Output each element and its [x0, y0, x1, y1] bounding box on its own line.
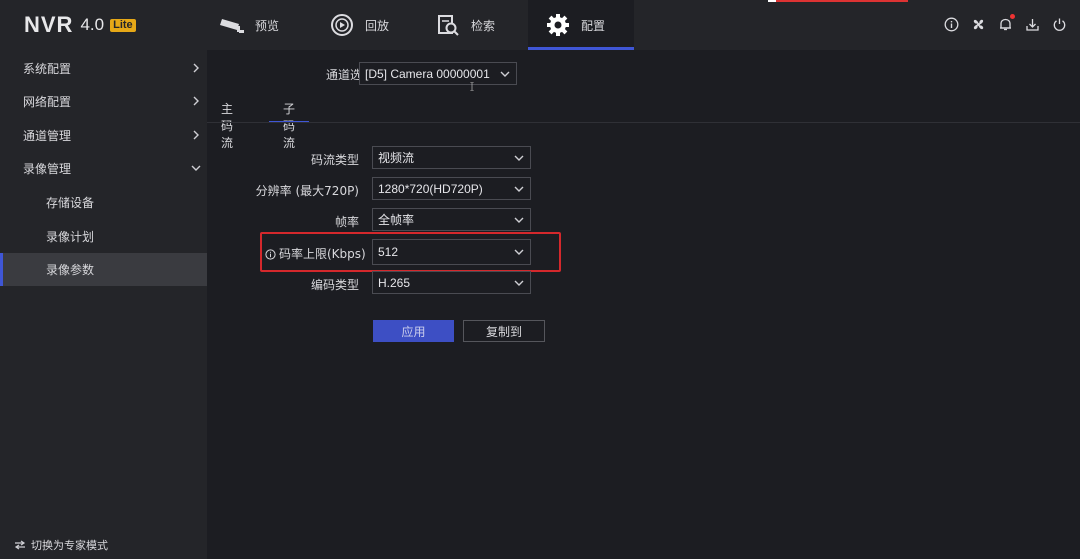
sidebar-item-label: 录像管理 — [23, 162, 72, 176]
chevron-down-icon — [513, 183, 525, 195]
chevron-down-icon — [513, 277, 525, 289]
toolbar-icons — [943, 14, 1068, 33]
chevron-down-icon — [513, 152, 525, 164]
text-cursor-icon — [470, 82, 474, 91]
tab-preview[interactable]: 预览 — [202, 0, 308, 50]
encoding-type-select[interactable]: H.265 — [372, 271, 531, 294]
power-icon[interactable] — [1051, 16, 1068, 33]
expert-mode-label: 切换为专家模式 — [31, 539, 108, 552]
tab-config[interactable]: 配置 — [528, 0, 634, 50]
max-bitrate-value: 512 — [378, 245, 399, 259]
max-bitrate-select[interactable]: 512 — [372, 239, 531, 265]
apply-button[interactable]: 应用 — [373, 320, 454, 342]
logo-version: 4.0 — [80, 15, 105, 34]
switch-arrows-icon — [14, 540, 26, 550]
sidebar-item-label: 网络配置 — [23, 95, 72, 109]
download-icon[interactable] — [1024, 16, 1041, 33]
search-file-icon — [434, 11, 462, 39]
frame-rate-value: 全帧率 — [378, 213, 415, 227]
encoding-type-label: 编码类型 — [310, 278, 359, 292]
channel-select[interactable]: [D5] Camera 00000001 — [359, 62, 517, 85]
logo-text: NVR — [24, 12, 74, 37]
top-bar: NVR 4.0 Lite 预览 回放 检索 配置 — [0, 0, 1080, 50]
sidebar-item-label: 通道管理 — [23, 129, 72, 143]
resolution-select[interactable]: 1280*720(HD720P) — [372, 177, 531, 200]
tab-search[interactable]: 检索 — [418, 0, 524, 50]
camera-icon — [218, 11, 246, 39]
tab-config-label: 配置 — [581, 18, 606, 33]
sidebar-item-label: 存储设备 — [46, 196, 95, 210]
resolution-value: 1280*720(HD720P) — [378, 181, 483, 196]
sidebar-item-storage-device[interactable]: 存储设备 — [0, 186, 207, 219]
sidebar-item-label: 系统配置 — [23, 62, 72, 76]
sidebar-item-label: 录像参数 — [46, 263, 95, 277]
sidebar-item-recording-schedule[interactable]: 录像计划 — [0, 220, 207, 253]
logo-edition-badge: Lite — [110, 19, 136, 32]
chevron-down-icon — [513, 246, 525, 258]
tab-main-stream[interactable]: 主码流 — [221, 100, 233, 150]
chevron-down-icon — [190, 162, 202, 174]
tab-playback[interactable]: 回放 — [312, 0, 418, 50]
tab-preview-label: 预览 — [255, 18, 280, 33]
chevron-right-icon — [190, 129, 202, 141]
notification-dot — [1010, 14, 1015, 19]
info-icon[interactable] — [943, 16, 960, 33]
max-bitrate-label-text: 码率上限(Kbps) — [279, 247, 366, 261]
sidebar-item-recording-parameters[interactable]: 录像参数 — [0, 253, 207, 286]
resolution-label: 分辨率 (最大720P) — [255, 184, 359, 198]
app-logo: NVR 4.0 Lite — [24, 12, 136, 38]
sidebar-item-channel-management[interactable]: 通道管理 — [0, 119, 207, 152]
main-panel: 通道选择 [D5] Camera 00000001 主码流 子码流 码流类型 视… — [207, 50, 1080, 559]
sidebar-item-network-config[interactable]: 网络配置 — [0, 85, 207, 118]
sidebar-item-system-config[interactable]: 系统配置 — [0, 52, 207, 85]
stream-type-label: 码流类型 — [310, 153, 359, 167]
window-indicator — [768, 0, 908, 2]
gear-icon — [544, 11, 572, 39]
frame-rate-select[interactable]: 全帧率 — [372, 208, 531, 231]
stream-type-value: 视频流 — [378, 151, 415, 165]
channel-select-value: [D5] Camera 00000001 — [365, 66, 490, 81]
chevron-down-icon — [513, 214, 525, 226]
tab-divider — [207, 122, 1080, 123]
sidebar-item-label: 录像计划 — [46, 230, 95, 244]
playback-icon — [328, 11, 356, 39]
chevron-right-icon — [190, 95, 202, 107]
tab-search-label: 检索 — [471, 18, 496, 33]
bell-icon[interactable] — [997, 14, 1015, 33]
tab-playback-label: 回放 — [365, 18, 390, 33]
frame-rate-label: 帧率 — [334, 215, 359, 229]
sidebar-item-recording-management[interactable]: 录像管理 — [0, 152, 207, 185]
copy-to-button[interactable]: 复制到 — [463, 320, 545, 342]
stream-type-select[interactable]: 视频流 — [372, 146, 531, 169]
info-icon[interactable] — [265, 249, 276, 260]
sidebar: 系统配置 网络配置 通道管理 录像管理 存储设备 录像计划 录像参数 切换为专家… — [0, 50, 207, 559]
chevron-down-icon — [499, 68, 511, 80]
chevron-right-icon — [190, 62, 202, 74]
fan-icon[interactable] — [970, 16, 987, 33]
expert-mode-toggle[interactable]: 切换为专家模式 — [14, 537, 108, 553]
encoding-type-value: H.265 — [378, 275, 411, 290]
max-bitrate-label: 码率上限(Kbps) — [265, 245, 366, 262]
tab-sub-stream[interactable]: 子码流 — [268, 100, 310, 150]
